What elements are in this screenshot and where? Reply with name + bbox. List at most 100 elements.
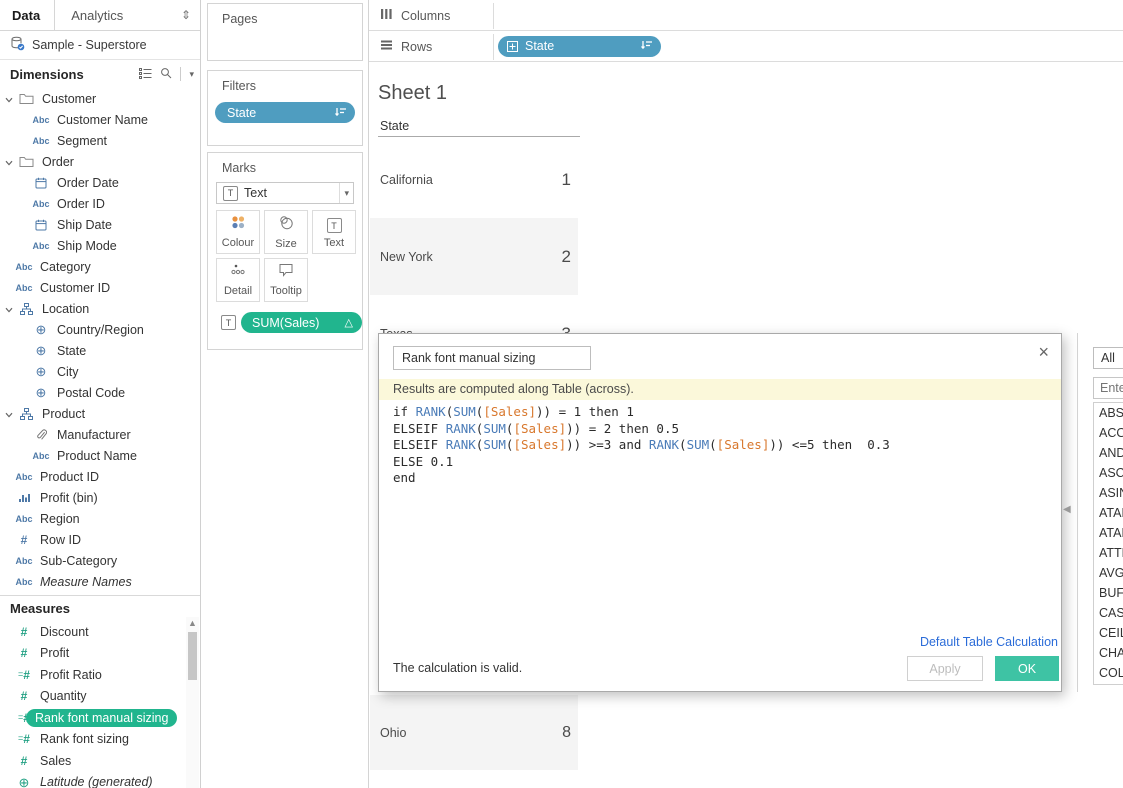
field-latitude-generated-[interactable]: ⊕Latitude (generated)	[0, 772, 200, 788]
chevron-down-icon[interactable]	[3, 407, 15, 421]
measures-scrollbar[interactable]: ▲	[186, 617, 199, 788]
function-item-char[interactable]: CHAR	[1094, 643, 1123, 663]
field-location[interactable]: Location	[0, 298, 200, 319]
function-item-asin[interactable]: ASIN	[1094, 483, 1123, 503]
dimensions-title: Dimensions	[0, 67, 139, 82]
field-label: Rank font sizing	[40, 732, 129, 746]
rows-icon	[380, 39, 393, 54]
field-customer[interactable]: Customer	[0, 88, 200, 109]
field-product[interactable]: Product	[0, 403, 200, 424]
rows-pill-state[interactable]: State	[498, 36, 661, 57]
field-country-region[interactable]: ⊕Country/Region	[0, 319, 200, 340]
datasource-row[interactable]: Sample - Superstore	[0, 31, 200, 60]
field-profit-bin-[interactable]: Profit (bin)	[0, 487, 200, 508]
function-item-atan[interactable]: ATAN	[1094, 503, 1123, 523]
field-ship-mode[interactable]: AbcShip Mode	[0, 235, 200, 256]
search-fields-icon[interactable]	[160, 67, 172, 82]
chevron-down-icon[interactable]	[3, 92, 15, 106]
field-profit[interactable]: #Profit	[0, 643, 200, 665]
calculation-name-input[interactable]	[393, 346, 591, 370]
field-label: Product Name	[57, 449, 137, 463]
formula-editor[interactable]: if RANK(SUM([Sales])) = 1 then 1ELSEIF R…	[393, 404, 890, 487]
swap-panes-icon[interactable]: ⇕	[172, 0, 200, 30]
field-city[interactable]: ⊕City	[0, 361, 200, 382]
function-category-select[interactable]: All	[1093, 347, 1123, 369]
default-table-calculation-link[interactable]: Default Table Calculation	[920, 635, 1058, 649]
chevron-down-icon[interactable]	[3, 302, 15, 316]
field-measure-names[interactable]: AbcMeasure Names	[0, 571, 200, 592]
function-item-and[interactable]: AND	[1094, 443, 1123, 463]
field-product-name[interactable]: AbcProduct Name	[0, 445, 200, 466]
size-button[interactable]: Size	[264, 210, 308, 254]
pane-menu-icon[interactable]: ▾	[189, 69, 194, 80]
collapse-functions-pane-icon[interactable]: ◀	[1063, 504, 1071, 515]
text-mark-icon: T	[223, 186, 238, 201]
tableau-workbook: Data Analytics ⇕ Sample - Superstore Dim…	[0, 0, 1123, 788]
function-item-abs[interactable]: ABS	[1094, 403, 1123, 423]
bin-icon	[13, 492, 35, 503]
table-row-ohio[interactable]: Ohio8	[370, 695, 578, 770]
field-label: Profit Ratio	[40, 668, 102, 682]
field-customer-id[interactable]: AbcCustomer ID	[0, 277, 200, 298]
mark-type-dropdown[interactable]: T Text ▾	[216, 182, 354, 204]
scrollbar-thumb[interactable]	[188, 632, 197, 680]
function-item-case[interactable]: CASE	[1094, 603, 1123, 623]
expand-plus-icon[interactable]	[507, 41, 518, 52]
field-manufacturer[interactable]: Manufacturer	[0, 424, 200, 445]
field-segment[interactable]: AbcSegment	[0, 130, 200, 151]
detail-button[interactable]: Detail	[216, 258, 260, 302]
columns-shelf[interactable]: Columns	[369, 0, 1123, 31]
filter-pill-state[interactable]: State	[215, 102, 355, 123]
field-category[interactable]: AbcCategory	[0, 256, 200, 277]
field-profit-ratio[interactable]: =#Profit Ratio	[0, 664, 200, 686]
field-label: Order Date	[57, 176, 119, 190]
state-column-header[interactable]: State	[380, 119, 409, 133]
field-postal-code[interactable]: ⊕Postal Code	[0, 382, 200, 403]
table-row-new-york[interactable]: New York2	[370, 218, 578, 295]
function-item-collect[interactable]: COLLECT	[1094, 663, 1123, 683]
table-row-california[interactable]: California1	[370, 141, 578, 218]
ok-button[interactable]: OK	[995, 656, 1059, 681]
field-order-id[interactable]: AbcOrder ID	[0, 193, 200, 214]
tab-analytics[interactable]: Analytics	[54, 0, 172, 30]
apply-button[interactable]: Apply	[907, 656, 983, 681]
field-label: State	[57, 344, 86, 358]
tooltip-button[interactable]: Tooltip	[264, 258, 308, 302]
function-item-ascii[interactable]: ASCII	[1094, 463, 1123, 483]
function-item-ceiling[interactable]: CEILING	[1094, 623, 1123, 643]
sum-sales-pill[interactable]: SUM(Sales) △	[241, 312, 362, 333]
rows-shelf[interactable]: Rows State	[369, 31, 1123, 62]
field-order[interactable]: Order	[0, 151, 200, 172]
text-button[interactable]: TText	[312, 210, 356, 254]
data-pane: Data Analytics ⇕ Sample - Superstore Dim…	[0, 0, 201, 788]
function-item-attr[interactable]: ATTR	[1094, 543, 1123, 563]
field-rank-font-manual-sizing[interactable]: =#Rank font manual sizing	[0, 707, 200, 729]
scroll-up-icon[interactable]: ▲	[186, 617, 199, 630]
function-item-buffer[interactable]: BUFFER	[1094, 583, 1123, 603]
field-state[interactable]: ⊕State	[0, 340, 200, 361]
colour-button[interactable]: Colour	[216, 210, 260, 254]
function-item-avg[interactable]: AVG	[1094, 563, 1123, 583]
field-rank-font-sizing[interactable]: =#Rank font sizing	[0, 729, 200, 751]
field-order-date[interactable]: Order Date	[0, 172, 200, 193]
field-ship-date[interactable]: Ship Date	[0, 214, 200, 235]
measures-header: Measures	[0, 595, 200, 621]
field-quantity[interactable]: #Quantity	[0, 686, 200, 708]
field-row-id[interactable]: #Row ID	[0, 529, 200, 550]
chevron-down-icon[interactable]	[3, 155, 15, 169]
dimensions-list: Customer AbcCustomer NameAbcSegmentOrder O…	[0, 88, 200, 592]
field-label: Customer	[42, 92, 96, 106]
tab-data[interactable]: Data	[0, 0, 54, 30]
close-icon[interactable]: ×	[1038, 342, 1049, 363]
field-sales[interactable]: #Sales	[0, 750, 200, 772]
field-product-id[interactable]: AbcProduct ID	[0, 466, 200, 487]
function-item-atan2[interactable]: ATAN2	[1094, 523, 1123, 543]
abc-icon: Abc	[13, 556, 35, 566]
field-sub-category[interactable]: AbcSub-Category	[0, 550, 200, 571]
view-list-icon[interactable]	[139, 67, 152, 82]
field-discount[interactable]: #Discount	[0, 621, 200, 643]
function-item-acos[interactable]: ACOS	[1094, 423, 1123, 443]
field-region[interactable]: AbcRegion	[0, 508, 200, 529]
function-search-input[interactable]	[1093, 377, 1123, 399]
field-customer-name[interactable]: AbcCustomer Name	[0, 109, 200, 130]
